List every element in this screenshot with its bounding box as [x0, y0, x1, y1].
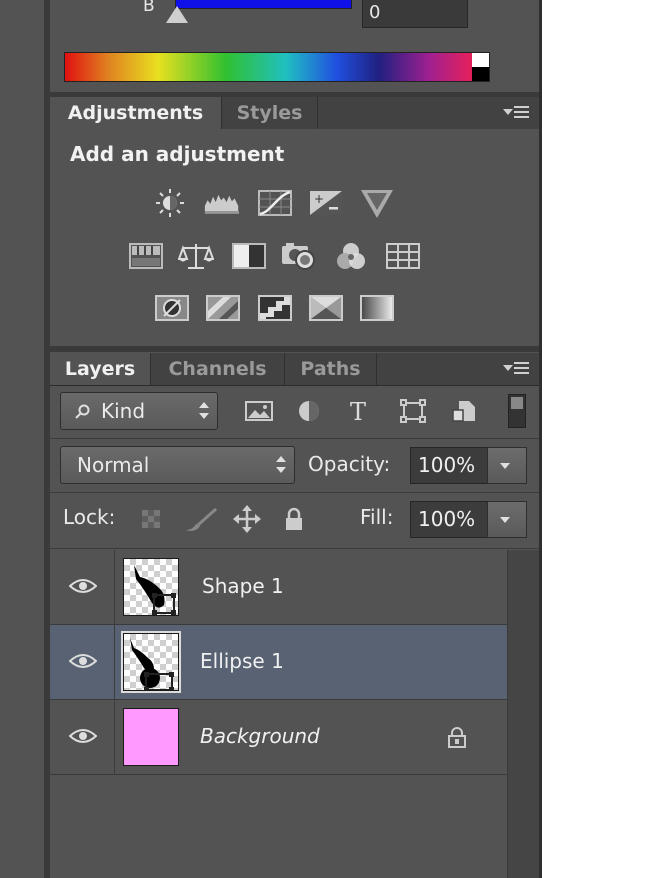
layer-filter-kind-dropdown[interactable]: Kind [60, 392, 218, 430]
chevron-down-icon [500, 517, 510, 523]
color-lookup-icon[interactable] [385, 241, 421, 271]
fill-field[interactable]: 100% [410, 501, 488, 538]
lock-position-icon[interactable] [232, 504, 262, 534]
tab-adjustments[interactable]: Adjustments [50, 97, 222, 129]
updown-arrows-icon [276, 456, 286, 474]
color-balance-icon[interactable] [178, 241, 214, 271]
vibrance-icon[interactable] [359, 188, 395, 218]
blend-mode-value: Normal [77, 453, 150, 477]
panel-right-edge [539, 0, 542, 878]
panel-divider [50, 346, 539, 352]
layers-scrollbar[interactable] [507, 550, 539, 878]
visibility-toggle[interactable] [50, 550, 115, 624]
add-adjustment-heading: Add an adjustment [70, 142, 285, 166]
layer-thumbnail [123, 708, 179, 766]
layer-thumbnail [121, 631, 181, 693]
gradient-map-icon[interactable] [359, 293, 395, 323]
tab-channels[interactable]: Channels [151, 353, 285, 385]
row-separator [50, 548, 539, 549]
smart-object-filter-icon[interactable] [451, 398, 477, 424]
lock-image-pixels-icon[interactable] [184, 506, 218, 532]
shape-layer-filter-icon[interactable] [399, 398, 427, 424]
opacity-dropdown-button[interactable] [487, 447, 527, 484]
threshold-icon[interactable] [257, 293, 293, 323]
layer-name[interactable]: Shape 1 [202, 574, 284, 598]
filter-kind-label: Kind [101, 399, 146, 423]
eye-icon [69, 729, 97, 743]
opacity-field[interactable]: 100% [410, 447, 488, 484]
updown-arrows-icon [199, 402, 209, 420]
hue-saturation-icon[interactable] [128, 241, 164, 271]
eye-icon [69, 579, 97, 593]
lock-icon [448, 727, 466, 748]
exposure-icon[interactable]: + [308, 188, 344, 218]
visibility-toggle[interactable] [50, 625, 115, 699]
posterize-icon[interactable] [205, 293, 241, 323]
fill-dropdown-button[interactable] [487, 501, 527, 538]
pixel-layer-filter-icon[interactable] [244, 399, 274, 423]
svg-text:+: + [314, 192, 324, 206]
row-separator [50, 492, 539, 493]
panel-menu-icon[interactable] [503, 106, 529, 120]
layer-name[interactable]: Ellipse 1 [200, 649, 284, 673]
layer-thumbnail [123, 558, 179, 616]
selective-color-icon[interactable] [308, 293, 344, 323]
tab-paths[interactable]: Paths [285, 353, 377, 385]
row-separator [50, 438, 539, 439]
eye-icon [69, 654, 97, 668]
svg-text:T: T [350, 398, 366, 424]
tab-layers[interactable]: Layers [50, 353, 151, 385]
layer-row-shape-1[interactable]: Shape 1 [50, 550, 507, 625]
fill-label: Fill: [360, 505, 394, 529]
blend-mode-dropdown[interactable]: Normal [60, 446, 295, 484]
black-white-swatch[interactable] [472, 53, 489, 81]
layer-row-ellipse-1[interactable]: Ellipse 1 [50, 625, 507, 700]
blue-channel-label: B [143, 0, 155, 16]
filter-toggle-switch[interactable] [508, 394, 526, 428]
type-layer-filter-icon[interactable]: T [348, 398, 374, 424]
curves-icon[interactable] [257, 188, 293, 218]
blue-channel-value-field[interactable]: 0 [362, 0, 468, 28]
chevron-down-icon [500, 463, 510, 469]
brightness-contrast-icon[interactable] [152, 188, 188, 218]
blue-slider-thumb[interactable] [166, 6, 188, 23]
lock-label: Lock: [63, 505, 116, 529]
adjustments-tabbar: Adjustments Styles [50, 97, 539, 130]
panel-menu-icon[interactable] [503, 362, 529, 376]
opacity-label: Opacity: [308, 452, 391, 476]
tab-styles[interactable]: Styles [222, 97, 318, 129]
channel-mixer-icon[interactable] [333, 241, 369, 271]
invert-icon[interactable] [154, 293, 190, 323]
photo-filter-icon[interactable] [281, 241, 317, 271]
lock-all-icon[interactable] [283, 506, 305, 532]
blue-channel-slider[interactable] [175, 0, 352, 9]
layers-tabbar: Layers Channels Paths [50, 353, 539, 386]
color-spectrum-ramp[interactable] [64, 52, 490, 82]
black-white-icon[interactable] [231, 241, 267, 271]
left-dock-strip [0, 0, 44, 878]
levels-icon[interactable] [204, 188, 240, 218]
visibility-toggle[interactable] [50, 700, 115, 774]
search-icon [75, 404, 90, 419]
adjustment-layer-filter-icon[interactable] [296, 398, 322, 424]
layer-name[interactable]: Background [200, 724, 320, 748]
layer-row-background[interactable]: Background [50, 700, 507, 775]
lock-transparent-pixels-icon[interactable] [140, 508, 164, 532]
